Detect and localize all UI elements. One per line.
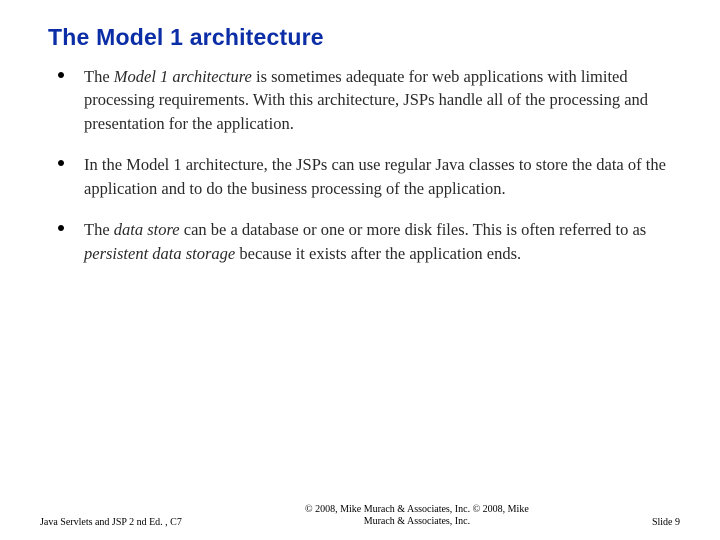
footer-center: © 2008, Mike Murach & Associates, Inc. ©… bbox=[182, 504, 652, 528]
bullet-list: The Model 1 architecture is sometimes ad… bbox=[48, 65, 672, 265]
slide: The Model 1 architecture The Model 1 arc… bbox=[0, 0, 720, 540]
bullet-text: The data store can be a database or one … bbox=[84, 220, 646, 262]
bullet-icon bbox=[58, 225, 64, 231]
footer-center-line1: © 2008, Mike Murach & Associates, Inc. ©… bbox=[182, 504, 652, 516]
bullet-item: The data store can be a database or one … bbox=[48, 218, 672, 265]
bullet-icon bbox=[58, 72, 64, 78]
bullet-text: The Model 1 architecture is sometimes ad… bbox=[84, 67, 648, 133]
slide-title: The Model 1 architecture bbox=[48, 24, 672, 51]
footer-center-line2: Murach & Associates, Inc. bbox=[182, 516, 652, 528]
footer-right: Slide 9 bbox=[652, 517, 680, 528]
footer: Java Servlets and JSP 2 nd Ed. , C7 © 20… bbox=[0, 504, 720, 528]
bullet-icon bbox=[58, 160, 64, 166]
footer-left: Java Servlets and JSP 2 nd Ed. , C7 bbox=[40, 517, 182, 528]
bullet-text: In the Model 1 architecture, the JSPs ca… bbox=[84, 155, 666, 197]
bullet-item: In the Model 1 architecture, the JSPs ca… bbox=[48, 153, 672, 200]
bullet-item: The Model 1 architecture is sometimes ad… bbox=[48, 65, 672, 135]
